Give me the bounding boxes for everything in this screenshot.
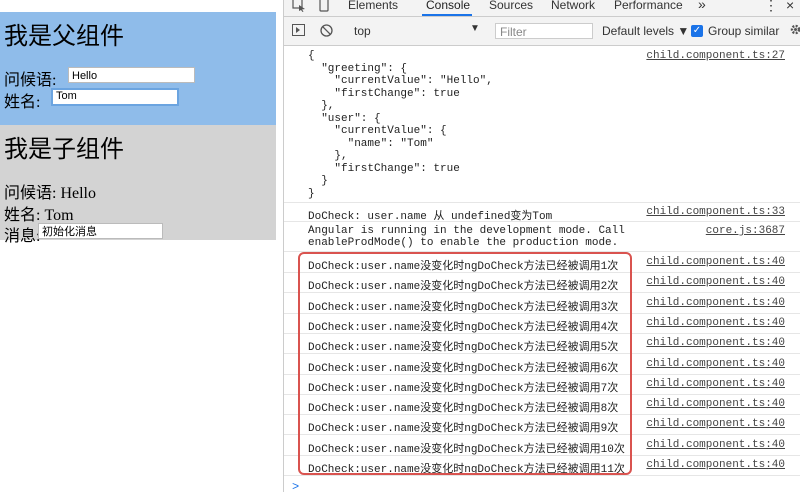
close-icon[interactable]: × <box>786 0 794 13</box>
devtools-panel: Elements Console Sources Network Perform… <box>283 0 800 494</box>
parent-title: 我是父组件 <box>4 24 124 50</box>
log-source-link[interactable]: child.component.ts:40 <box>646 378 785 390</box>
parent-name-label: 姓名: <box>4 94 41 111</box>
object-log-line: { <box>308 50 315 62</box>
log-source-link[interactable]: child.component.ts:40 <box>646 297 785 309</box>
object-log-line: "greeting": { <box>308 62 408 75</box>
log-separator <box>284 221 800 222</box>
log-separator <box>284 475 800 476</box>
clear-console-icon[interactable] <box>320 24 333 37</box>
object-log-line: "name": "Tom" <box>308 137 434 150</box>
group-similar-label: Group similar <box>708 24 780 38</box>
context-dropdown-icon[interactable]: ▼ <box>470 23 480 34</box>
devtools-tabbar: Elements Console Sources Network Perform… <box>284 0 800 17</box>
tab-sources[interactable]: Sources <box>489 0 533 12</box>
inspect-icon[interactable] <box>292 0 306 12</box>
object-log-line: } <box>308 175 328 187</box>
child-component: 我是子组件 问候语: Hello 姓名: Tom 消息: 初始化消息 <box>0 125 276 245</box>
log-separator <box>284 202 800 203</box>
object-log-line: "currentValue": "Hello", <box>308 75 493 87</box>
log-source-link[interactable]: core.js:3687 <box>706 225 785 237</box>
object-log-line: } <box>308 187 315 200</box>
tab-network[interactable]: Network <box>551 0 595 12</box>
log-source-link[interactable]: child.component.ts:40 <box>646 317 785 329</box>
log-levels-dropdown[interactable]: Default levels ▼ <box>602 24 689 38</box>
object-log-line: "currentValue": { <box>308 125 447 137</box>
tab-performance[interactable]: Performance <box>614 0 683 12</box>
more-tabs-icon[interactable]: » <box>698 0 706 12</box>
tab-elements[interactable]: Elements <box>348 0 398 12</box>
filter-input[interactable]: Filter <box>495 23 593 39</box>
log-source-link[interactable]: child.component.ts:40 <box>646 358 785 370</box>
child-title: 我是子组件 <box>4 137 124 163</box>
object-log-line: "firstChange": true <box>308 87 460 100</box>
log-source-link[interactable]: child.component.ts:33 <box>646 206 785 218</box>
sidebar-toggle-icon[interactable] <box>292 24 305 36</box>
app-viewport: 我是父组件 问候语: Hello 姓名: Tom 我是子组件 问候语: Hell… <box>0 0 276 492</box>
log-source-link[interactable]: child.component.ts:40 <box>646 337 785 349</box>
active-tab-indicator <box>422 14 472 16</box>
object-log-line: "firstChange": true <box>308 162 460 175</box>
angular-dev-mode-log: Angular is running in the development mo… <box>308 225 625 249</box>
log-source-link[interactable]: child.component.ts:40 <box>646 256 785 268</box>
log-source-link[interactable]: child.component.ts:40 <box>646 276 785 288</box>
log-source-link[interactable]: child.component.ts:27 <box>646 50 785 62</box>
menu-icon[interactable]: ⋮ <box>764 0 778 14</box>
console-output: child.component.ts:27 { "greeting": { "c… <box>284 46 800 494</box>
name-input[interactable]: Tom <box>51 88 179 106</box>
greeting-input[interactable]: Hello <box>68 67 195 83</box>
log-source-link[interactable]: child.component.ts:40 <box>646 459 785 471</box>
tab-console[interactable]: Console <box>426 0 470 12</box>
device-toolbar-icon[interactable] <box>317 0 331 12</box>
parent-greeting-label: 问候语: <box>4 72 57 89</box>
highlight-box <box>298 252 632 475</box>
log-source-link[interactable]: child.component.ts:40 <box>646 439 785 451</box>
log-source-link[interactable]: child.component.ts:40 <box>646 398 785 410</box>
object-log-line: }, <box>308 100 335 112</box>
context-selector[interactable]: top <box>354 24 371 38</box>
child-message-label: 消息: <box>4 228 41 245</box>
object-log-line: }, <box>308 150 348 162</box>
gear-icon[interactable] <box>789 23 800 36</box>
child-greeting-line: 问候语: Hello <box>4 185 96 202</box>
log-source-link[interactable]: child.component.ts:40 <box>646 418 785 430</box>
object-log-line: "user": { <box>308 112 381 125</box>
parent-component: 我是父组件 问候语: Hello 姓名: Tom <box>0 12 276 125</box>
console-toolbar: top ▼ Filter Default levels ▼ ✓ Group si… <box>284 17 800 46</box>
group-similar-checkbox[interactable]: ✓ <box>691 25 703 37</box>
message-input[interactable]: 初始化消息 <box>38 223 163 239</box>
